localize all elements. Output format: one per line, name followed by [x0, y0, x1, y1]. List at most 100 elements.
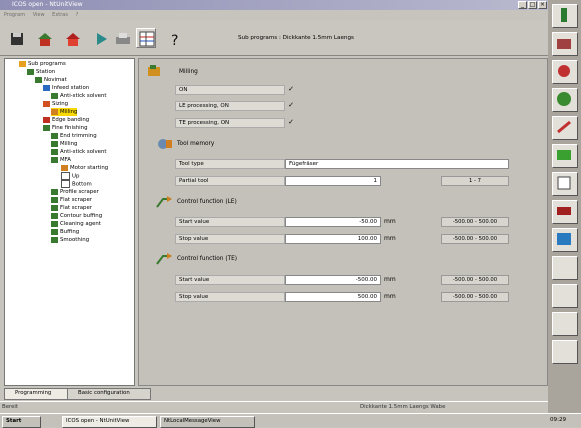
side-button-8[interactable]: [552, 200, 578, 224]
te-processing-checkbox[interactable]: ✓: [287, 119, 295, 127]
partial-tool-field[interactable]: 1: [285, 176, 381, 186]
minimize-button[interactable]: _: [518, 1, 527, 9]
station-icon: [27, 68, 34, 75]
tree-node-profile-scraper[interactable]: Profile scraper: [51, 188, 99, 196]
help-button[interactable]: ?: [164, 28, 184, 49]
tree-node-anti-stick-2[interactable]: Anti-stick solvent: [51, 148, 107, 156]
station-button[interactable]: [34, 28, 54, 48]
clock: 09:29: [550, 417, 567, 423]
tree-node-up[interactable]: Up: [61, 172, 79, 180]
menu-extras[interactable]: Extras: [52, 12, 68, 18]
printer-icon: [116, 33, 130, 44]
tree-node-end-trimming[interactable]: End trimming: [51, 132, 97, 140]
tree-node-milling-2[interactable]: Milling: [51, 140, 77, 148]
unit-icon: [51, 156, 58, 163]
maximize-button[interactable]: □: [528, 1, 537, 9]
display-icon: [557, 150, 571, 160]
tree-node-milling-selected[interactable]: Milling: [51, 108, 78, 116]
side-button-2[interactable]: [552, 32, 578, 56]
play-icon: [97, 33, 107, 45]
side-button-4[interactable]: [552, 88, 578, 112]
menu-bar: Program View Extras ?: [0, 10, 548, 20]
menu-view[interactable]: View: [33, 12, 45, 18]
unit-icon: [51, 236, 58, 243]
tool-type-field[interactable]: Fügefräser: [285, 159, 509, 169]
toolbar: ? Sub programs : Dickkante 1.5mm Laengs: [0, 20, 548, 56]
le-start-field[interactable]: -50.00: [285, 217, 381, 227]
te-start-label: Start value: [175, 275, 285, 285]
tree-node-motor-starting[interactable]: Motor starting: [61, 164, 108, 172]
sizing-icon: [43, 100, 50, 107]
doc-icon: [61, 172, 70, 180]
machine-icon: [557, 39, 571, 49]
tree-node-sub-programs[interactable]: Sub programs: [19, 60, 66, 68]
te-start-field[interactable]: -500.00: [285, 275, 381, 285]
close-button[interactable]: ×: [538, 1, 547, 9]
tree-node-smoothing[interactable]: Smoothing: [51, 236, 89, 244]
list-icon: [557, 176, 571, 190]
tree-node-infeed[interactable]: Infeed station: [43, 84, 89, 92]
menu-help[interactable]: ?: [76, 12, 79, 18]
house-icon: [38, 33, 52, 46]
print-button[interactable]: [112, 28, 132, 48]
tree-node-buffing[interactable]: Buffing: [51, 228, 79, 236]
tab-basic-configuration[interactable]: Basic configuration: [67, 388, 151, 400]
side-button-5[interactable]: [552, 116, 578, 140]
le-stop-label: Stop value: [175, 234, 285, 244]
floppy-icon: [11, 33, 23, 45]
save-button[interactable]: [6, 28, 26, 48]
le-start-unit: mm: [384, 218, 396, 225]
le-start-label: Start value: [175, 217, 285, 227]
milling-on-checkbox[interactable]: ✓: [287, 86, 295, 94]
tree-node-flat-scraper-1[interactable]: Flat scraper: [51, 196, 92, 204]
tree-node-flat-scraper-2[interactable]: Flat scraper: [51, 204, 92, 212]
te-stop-field[interactable]: 500.00: [285, 292, 381, 302]
unit-icon: [51, 140, 58, 147]
menu-program[interactable]: Program: [4, 12, 25, 18]
settings-panel: Milling ON ✓ LE processing, ON ✓ TE proc…: [138, 58, 548, 386]
side-button-7[interactable]: [552, 172, 578, 196]
milling-title: Milling: [179, 69, 198, 75]
tree-node-anti-stick-1[interactable]: Anti-stick solvent: [51, 92, 107, 100]
tree-node-mfa[interactable]: MFA: [51, 156, 71, 164]
milling-section-icon: [148, 65, 160, 76]
table-icon: [139, 31, 155, 47]
tree-node-bottom[interactable]: Bottom: [61, 180, 92, 188]
side-button-10[interactable]: [552, 256, 578, 280]
control-le-title: Control function (LE): [177, 199, 237, 205]
taskbar: Start ICOS open - NtUnitView NtLocalMess…: [0, 413, 581, 428]
window-title: ICOS open - NtUnitView: [12, 1, 83, 8]
tree-node-edge-banding[interactable]: Edge banding: [43, 116, 89, 124]
status-bar: Bereit Dickkante 1.5mm Laengs Wabe: [0, 401, 548, 412]
side-button-11[interactable]: [552, 284, 578, 308]
unit-icon: [51, 196, 58, 203]
truck-icon: [557, 207, 571, 215]
run-button[interactable]: [90, 28, 110, 48]
side-button-1[interactable]: [552, 4, 578, 28]
start-button[interactable]: Start: [2, 416, 41, 428]
tree-node-novimat[interactable]: Novimat: [35, 76, 67, 84]
side-button-9[interactable]: [552, 228, 578, 252]
tree-node-station[interactable]: Station: [27, 68, 55, 76]
home-button[interactable]: [62, 28, 82, 48]
le-processing-checkbox[interactable]: ✓: [287, 102, 295, 110]
tree-node-contour-buffing[interactable]: Contour buffing: [51, 212, 102, 220]
tool-type-label: Tool type: [175, 159, 285, 169]
side-button-3[interactable]: [552, 60, 578, 84]
status-program: Dickkante 1.5mm Laengs Wabe: [360, 404, 446, 410]
task-ntunitview[interactable]: ICOS open - NtUnitView: [62, 416, 157, 428]
tree-node-sizing[interactable]: Sizing: [43, 100, 68, 108]
unit-icon: [51, 188, 58, 195]
side-button-6[interactable]: [552, 144, 578, 168]
finishing-icon: [43, 124, 50, 131]
side-button-13[interactable]: [552, 340, 578, 364]
unit-icon: [51, 212, 58, 219]
le-stop-field[interactable]: 100.00: [285, 234, 381, 244]
tree-node-cleaning-agent[interactable]: Cleaning agent: [51, 220, 101, 228]
unit-icon: [51, 148, 58, 155]
tree-node-fine-finishing[interactable]: Fine finishing: [43, 124, 88, 132]
doc-icon: [61, 180, 70, 188]
side-button-12[interactable]: [552, 312, 578, 336]
table-view-button[interactable]: [136, 28, 156, 48]
task-ntlocalmessageview[interactable]: NtLocalMessageView: [160, 416, 255, 428]
